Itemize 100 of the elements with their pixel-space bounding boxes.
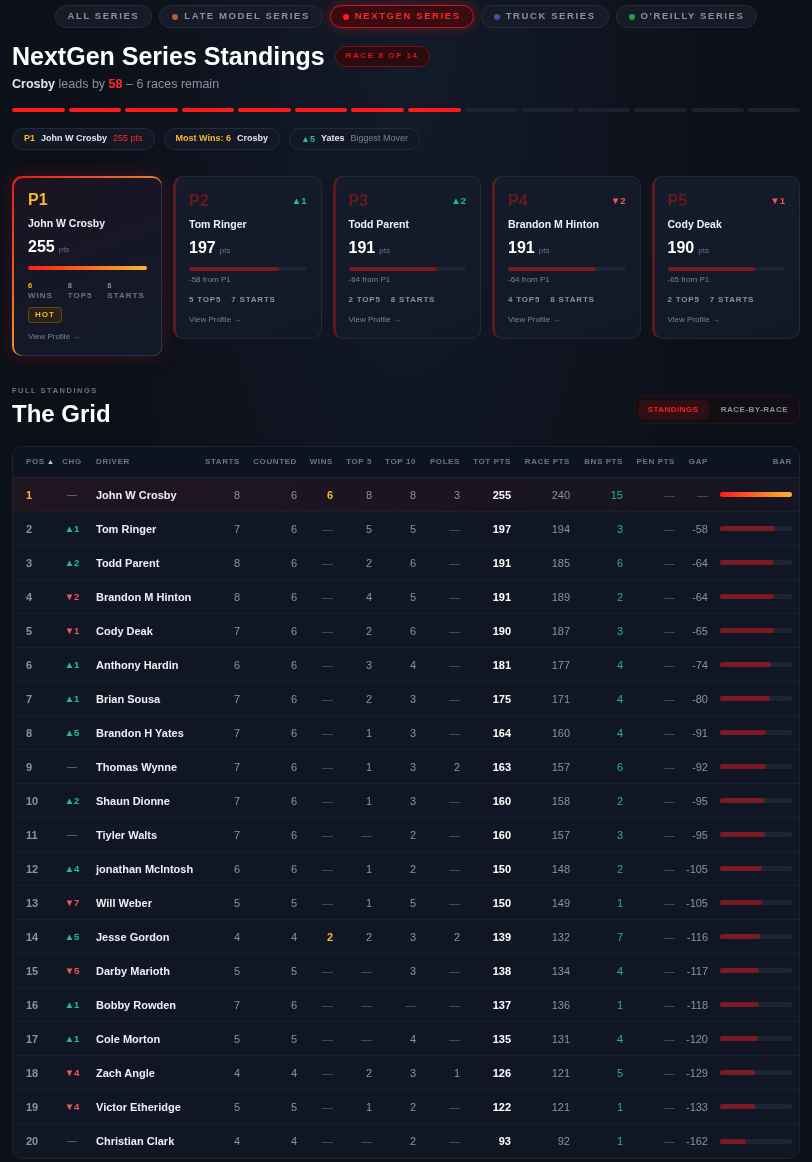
driver-name: Jesse Gordon — [96, 929, 170, 944]
column-header[interactable]: POS — [26, 456, 53, 468]
series-tab[interactable]: LATE MODEL SERIES — [159, 5, 323, 28]
view-profile-link[interactable]: View Profile → — [508, 315, 561, 325]
position-change: ▲1 — [64, 523, 80, 534]
series-tab[interactable]: O'REILLY SERIES — [615, 5, 758, 28]
starts-count: 8 — [233, 555, 240, 570]
poles-count: — — [449, 623, 460, 638]
points-bar — [720, 1002, 792, 1007]
penalty-points: — — [664, 895, 675, 910]
series-tab[interactable]: NEXTGEN SERIES — [329, 5, 474, 28]
stat-text: 7 STARTS — [709, 294, 755, 306]
position-change: ▲5 — [64, 931, 80, 942]
column-header[interactable]: BNS PTS — [584, 456, 623, 468]
bonus-points: 1 — [616, 997, 623, 1012]
top-five-count: — — [361, 1134, 372, 1148]
driver-name: Tom Ringer — [96, 521, 157, 536]
top-ten-count: 4 — [409, 1031, 416, 1046]
points-bar — [720, 832, 792, 837]
points-gap: -120 — [685, 1031, 708, 1046]
column-header[interactable]: TOP 10 — [385, 456, 416, 468]
bonus-points: 1 — [616, 1134, 623, 1148]
position-label: P5 — [667, 193, 688, 209]
penalty-points: — — [664, 487, 675, 502]
points-gap: -118 — [686, 997, 708, 1012]
top-ten-count: 8 — [409, 487, 416, 502]
column-header[interactable]: WINS — [309, 456, 333, 468]
column-header[interactable]: TOT PTS — [473, 456, 511, 468]
race-points: 157 — [551, 759, 570, 774]
top-ten-count: 3 — [409, 793, 416, 808]
counted-races: 6 — [290, 657, 297, 672]
counted-races: 6 — [290, 589, 297, 604]
penalty-points: — — [664, 759, 675, 774]
column-header[interactable]: COUNTED — [253, 456, 297, 468]
top-ten-count: 4 — [409, 657, 416, 672]
position-number: 8 — [26, 725, 33, 740]
stat-text: 8 STARTS — [390, 294, 436, 306]
position-number: 4 — [26, 589, 33, 604]
series-tab[interactable]: ALL SERIES — [54, 5, 153, 28]
driver-name: Crosby — [237, 132, 268, 146]
points-gap: -116 — [686, 929, 708, 944]
counted-races: 5 — [290, 895, 297, 910]
stat-text: 2 TOP5 — [667, 294, 700, 306]
penalty-points: — — [664, 521, 675, 536]
column-header[interactable]: RACE PTS — [524, 456, 570, 468]
points-bar — [720, 798, 792, 803]
total-points: 191 — [492, 589, 511, 604]
total-points: 138 — [492, 963, 511, 978]
column-header[interactable]: PEN PTS — [636, 456, 675, 468]
view-profile-link[interactable]: View Profile → — [28, 332, 81, 342]
wins-count: — — [322, 725, 333, 740]
race-points: 160 — [551, 725, 570, 740]
bonus-points: 4 — [616, 725, 623, 740]
column-header[interactable]: TOP 5 — [346, 456, 372, 468]
series-tab[interactable]: TRUCK SERIES — [480, 5, 609, 28]
counted-races: 6 — [290, 691, 297, 706]
driver-name: Cody Deak — [667, 217, 722, 231]
penalty-points: — — [664, 725, 675, 740]
page-title: NextGen Series Standings — [12, 41, 325, 71]
points-bar — [720, 764, 792, 769]
position-change: ▲1 — [64, 659, 80, 670]
top-ten-count: 2 — [409, 827, 416, 842]
view-profile-link[interactable]: View Profile → — [348, 315, 401, 325]
position-change: — — [67, 761, 77, 772]
points-bar — [720, 594, 792, 599]
column-header[interactable]: STARTS — [205, 456, 240, 468]
view-toggle-tab[interactable]: RACE-BY-RACE — [712, 399, 796, 420]
stat-text: 8 STARTS — [550, 294, 595, 306]
poles-count: — — [449, 657, 460, 672]
column-header[interactable]: BAR — [772, 456, 792, 468]
points-bar — [720, 1036, 792, 1041]
points-value: 255 — [28, 237, 55, 257]
driver-name: Cole Morton — [96, 1031, 161, 1046]
starts-count: 5 — [233, 963, 240, 978]
total-points: 160 — [492, 793, 511, 808]
driver-name: Thomas Wynne — [96, 759, 178, 774]
points-gap: -117 — [686, 963, 708, 978]
bonus-points: 5 — [616, 1065, 623, 1080]
wins-count: 6 — [326, 487, 333, 502]
view-profile-link[interactable]: View Profile → — [189, 315, 242, 325]
wins-count: — — [322, 589, 333, 604]
position-label: P2 — [189, 193, 209, 209]
position-number: 17 — [26, 1031, 39, 1046]
top-ten-count: 3 — [409, 691, 416, 706]
column-header[interactable]: CHG — [62, 456, 82, 468]
penalty-points: — — [664, 1031, 675, 1046]
column-header[interactable]: GAP — [688, 456, 708, 468]
view-toggle-tab[interactable]: STANDINGS — [637, 399, 709, 420]
poles-count: — — [449, 861, 460, 876]
race-points: 148 — [551, 861, 570, 876]
sort-ascending-icon[interactable] — [47, 460, 53, 464]
column-header[interactable]: DRIVER — [96, 456, 130, 468]
column-header[interactable]: POLES — [429, 456, 460, 468]
counted-races: 6 — [290, 759, 297, 774]
penalty-points: — — [664, 657, 675, 672]
view-profile-link[interactable]: View Profile → — [667, 315, 720, 325]
poles-count: — — [449, 1099, 460, 1114]
race-points: 136 — [551, 997, 570, 1012]
bonus-points: 15 — [610, 487, 623, 502]
wins-count: — — [322, 997, 333, 1012]
